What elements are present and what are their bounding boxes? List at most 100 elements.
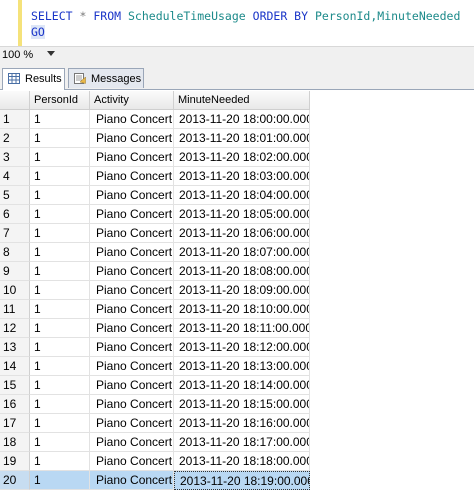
minuteneeded-cell[interactable]: 2013-11-20 18:02:00.000 xyxy=(174,148,310,167)
row-number-cell[interactable]: 19 xyxy=(0,452,30,471)
personid-cell[interactable]: 1 xyxy=(30,243,90,262)
activity-cell[interactable]: Piano Concert xyxy=(90,357,174,376)
personid-cell[interactable]: 1 xyxy=(30,110,90,129)
activity-cell[interactable]: Piano Concert xyxy=(90,224,174,243)
activity-cell[interactable]: Piano Concert xyxy=(90,414,174,433)
minuteneeded-cell[interactable]: 2013-11-20 18:06:00.000 xyxy=(174,224,310,243)
minuteneeded-cell[interactable]: 2013-11-20 18:16:00.000 xyxy=(174,414,310,433)
activity-cell[interactable]: Piano Concert xyxy=(90,205,174,224)
row-number-cell[interactable]: 3 xyxy=(0,148,30,167)
minuteneeded-cell[interactable]: 2013-11-20 18:13:00.000 xyxy=(174,357,310,376)
row-number-cell[interactable]: 2 xyxy=(0,129,30,148)
table-row[interactable]: 11 1 Piano Concert 2013-11-20 18:10:00.000 xyxy=(0,300,312,319)
table-row[interactable]: 10 1 Piano Concert 2013-11-20 18:09:00.000 xyxy=(0,281,312,300)
personid-cell[interactable]: 1 xyxy=(30,205,90,224)
table-row[interactable]: 12 1 Piano Concert 2013-11-20 18:11:00.000 xyxy=(0,319,312,338)
row-number-cell[interactable]: 7 xyxy=(0,224,30,243)
personid-cell[interactable]: 1 xyxy=(30,433,90,452)
row-number-cell[interactable]: 18 xyxy=(0,433,30,452)
activity-cell[interactable]: Piano Concert xyxy=(90,110,174,129)
activity-cell[interactable]: Piano Concert xyxy=(90,376,174,395)
column-header-minuteneeded[interactable]: MinuteNeeded xyxy=(174,91,310,110)
personid-cell[interactable]: 1 xyxy=(30,224,90,243)
row-number-cell[interactable]: 10 xyxy=(0,281,30,300)
row-number-cell[interactable]: 17 xyxy=(0,414,30,433)
table-row[interactable]: 1 1 Piano Concert 2013-11-20 18:00:00.000 xyxy=(0,110,312,129)
table-row[interactable]: 8 1 Piano Concert 2013-11-20 18:07:00.000 xyxy=(0,243,312,262)
personid-cell[interactable]: 1 xyxy=(30,319,90,338)
table-row[interactable]: 17 1 Piano Concert 2013-11-20 18:16:00.000 xyxy=(0,414,312,433)
table-row[interactable]: 2 1 Piano Concert 2013-11-20 18:01:00.000 xyxy=(0,129,312,148)
personid-cell[interactable]: 1 xyxy=(30,167,90,186)
table-row[interactable]: 9 1 Piano Concert 2013-11-20 18:08:00.000 xyxy=(0,262,312,281)
tab-messages[interactable]: Messages xyxy=(68,68,144,88)
personid-cell[interactable]: 1 xyxy=(30,376,90,395)
row-number-cell[interactable]: 14 xyxy=(0,357,30,376)
table-row[interactable]: 18 1 Piano Concert 2013-11-20 18:17:00.000 xyxy=(0,433,312,452)
table-row[interactable]: 6 1 Piano Concert 2013-11-20 18:05:00.000 xyxy=(0,205,312,224)
minuteneeded-cell[interactable]: 2013-11-20 18:00:00.000 xyxy=(174,110,310,129)
row-number-cell[interactable]: 15 xyxy=(0,376,30,395)
personid-cell[interactable]: 1 xyxy=(30,414,90,433)
minuteneeded-cell[interactable]: 2013-11-20 18:18:00.000 xyxy=(174,452,310,471)
minuteneeded-cell[interactable]: 2013-11-20 18:10:00.000 xyxy=(174,300,310,319)
zoom-dropdown-icon[interactable] xyxy=(47,51,55,56)
table-row[interactable]: 15 1 Piano Concert 2013-11-20 18:14:00.000 xyxy=(0,376,312,395)
minuteneeded-cell[interactable]: 2013-11-20 18:19:00.000 xyxy=(174,471,310,490)
activity-cell[interactable]: Piano Concert xyxy=(90,338,174,357)
column-header-activity[interactable]: Activity xyxy=(90,91,174,110)
minuteneeded-cell[interactable]: 2013-11-20 18:03:00.000 xyxy=(174,167,310,186)
minuteneeded-cell[interactable]: 2013-11-20 18:04:00.000 xyxy=(174,186,310,205)
activity-cell[interactable]: Piano Concert xyxy=(90,471,174,490)
row-number-cell[interactable]: 16 xyxy=(0,395,30,414)
personid-cell[interactable]: 1 xyxy=(30,129,90,148)
row-number-cell[interactable]: 1 xyxy=(0,110,30,129)
personid-cell[interactable]: 1 xyxy=(30,395,90,414)
table-row[interactable]: 14 1 Piano Concert 2013-11-20 18:13:00.000 xyxy=(0,357,312,376)
table-row[interactable]: 4 1 Piano Concert 2013-11-20 18:03:00.000 xyxy=(0,167,312,186)
activity-cell[interactable]: Piano Concert xyxy=(90,186,174,205)
activity-cell[interactable]: Piano Concert xyxy=(90,319,174,338)
activity-cell[interactable]: Piano Concert xyxy=(90,243,174,262)
activity-cell[interactable]: Piano Concert xyxy=(90,167,174,186)
personid-cell[interactable]: 1 xyxy=(30,452,90,471)
row-number-cell[interactable]: 5 xyxy=(0,186,30,205)
minuteneeded-cell[interactable]: 2013-11-20 18:11:00.000 xyxy=(174,319,310,338)
row-number-cell[interactable]: 13 xyxy=(0,338,30,357)
table-row[interactable]: 16 1 Piano Concert 2013-11-20 18:15:00.000 xyxy=(0,395,312,414)
activity-cell[interactable]: Piano Concert xyxy=(90,129,174,148)
activity-cell[interactable]: Piano Concert xyxy=(90,452,174,471)
activity-cell[interactable]: Piano Concert xyxy=(90,300,174,319)
corner-header[interactable] xyxy=(0,91,30,110)
minuteneeded-cell[interactable]: 2013-11-20 18:12:00.000 xyxy=(174,338,310,357)
sql-editor[interactable]: SELECT * FROM ScheduleTimeUsage ORDER BY… xyxy=(0,0,474,46)
table-row[interactable]: 7 1 Piano Concert 2013-11-20 18:06:00.000 xyxy=(0,224,312,243)
personid-cell[interactable]: 1 xyxy=(30,186,90,205)
table-row[interactable]: 19 1 Piano Concert 2013-11-20 18:18:00.000 xyxy=(0,452,312,471)
activity-cell[interactable]: Piano Concert xyxy=(90,433,174,452)
personid-cell[interactable]: 1 xyxy=(30,281,90,300)
minuteneeded-cell[interactable]: 2013-11-20 18:09:00.000 xyxy=(174,281,310,300)
minuteneeded-cell[interactable]: 2013-11-20 18:05:00.000 xyxy=(174,205,310,224)
personid-cell[interactable]: 1 xyxy=(30,148,90,167)
row-number-cell[interactable]: 8 xyxy=(0,243,30,262)
personid-cell[interactable]: 1 xyxy=(30,357,90,376)
minuteneeded-cell[interactable]: 2013-11-20 18:01:00.000 xyxy=(174,129,310,148)
activity-cell[interactable]: Piano Concert xyxy=(90,148,174,167)
personid-cell[interactable]: 1 xyxy=(30,262,90,281)
row-number-cell[interactable]: 4 xyxy=(0,167,30,186)
table-row[interactable]: 3 1 Piano Concert 2013-11-20 18:02:00.000 xyxy=(0,148,312,167)
personid-cell[interactable]: 1 xyxy=(30,338,90,357)
table-row[interactable]: 5 1 Piano Concert 2013-11-20 18:04:00.000 xyxy=(0,186,312,205)
zoom-level[interactable]: 100 % xyxy=(2,49,33,61)
personid-cell[interactable]: 1 xyxy=(30,300,90,319)
personid-cell[interactable]: 1 xyxy=(30,471,90,490)
minuteneeded-cell[interactable]: 2013-11-20 18:15:00.000 xyxy=(174,395,310,414)
table-row[interactable]: 13 1 Piano Concert 2013-11-20 18:12:00.000 xyxy=(0,338,312,357)
row-number-cell[interactable]: 6 xyxy=(0,205,30,224)
row-number-cell[interactable]: 11 xyxy=(0,300,30,319)
minuteneeded-cell[interactable]: 2013-11-20 18:14:00.000 xyxy=(174,376,310,395)
column-header-personid[interactable]: PersonId xyxy=(30,91,90,110)
table-row[interactable]: 20 1 Piano Concert 2013-11-20 18:19:00.000 xyxy=(0,471,312,490)
tab-results[interactable]: Results xyxy=(2,68,65,90)
